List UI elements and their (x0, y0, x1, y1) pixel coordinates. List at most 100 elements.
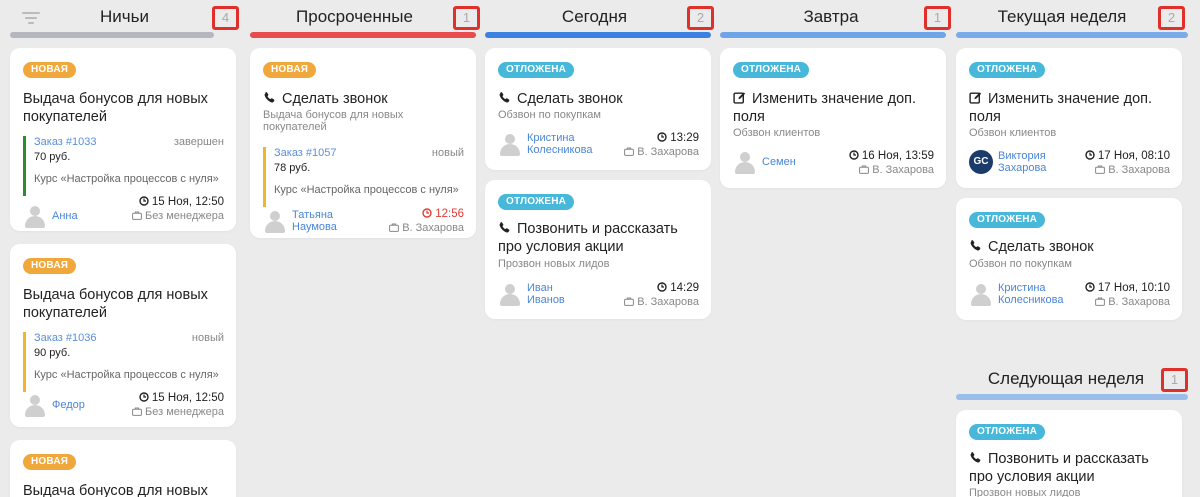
briefcase-icon (132, 407, 142, 416)
assignee[interactable]: GC Виктория Захарова (969, 150, 1058, 174)
column-title: Завтра (803, 7, 859, 26)
clock-icon (422, 208, 432, 218)
avatar: GC (969, 150, 993, 174)
assignee-name[interactable]: Кристина Колесникова (527, 132, 602, 156)
task-meta: 15 Ноя, 12:50 Без менеджера (132, 391, 224, 419)
assignee[interactable]: Кристина Колесникова (498, 132, 602, 156)
due-time: 17 Ноя, 08:10 (1085, 149, 1170, 163)
order-link[interactable]: Заказ #1036 (34, 332, 97, 344)
task-title[interactable]: Выдача бонусов для новых (23, 482, 223, 497)
assignee-name[interactable]: Федор (52, 399, 132, 411)
column-title: Ничьи (100, 7, 149, 26)
assignee-name[interactable]: Виктория Захарова (998, 150, 1058, 174)
column-count: 4 (212, 6, 239, 30)
status-badge: ОТЛОЖЕНА (969, 424, 1046, 440)
order-sum: 78 руб. (274, 162, 311, 174)
task-title[interactable]: Сделать звонок (263, 90, 463, 108)
task-subtitle: Обзвон клиентов (733, 127, 821, 139)
task-title[interactable]: Позвонить и рассказать про условия акции (969, 450, 1169, 486)
due-time: 17 Ноя, 10:10 (1085, 281, 1170, 295)
order-block: Заказ #1036 новый 90 руб. Курс «Настройк… (23, 332, 224, 392)
clock-icon (1085, 282, 1095, 292)
column-header: Следующая неделя 1 (956, 362, 1188, 400)
avatar (498, 132, 522, 156)
order-course: Курс «Настройка процессов с нуля» (34, 369, 219, 381)
order-status: завершен (173, 136, 224, 148)
task-meta: 14:29 В. Захарова (624, 281, 699, 309)
clock-icon (1085, 150, 1095, 160)
avatar (969, 282, 993, 306)
assignee-name[interactable]: Татьяна Наумова (292, 209, 352, 233)
column-bar (956, 394, 1188, 400)
task-card[interactable]: ОТЛОЖЕНА Сделать звонок Обзвон по покупк… (956, 198, 1182, 320)
task-card[interactable]: НОВАЯ Выдача бонусов для новых покупател… (10, 244, 236, 427)
task-title[interactable]: Выдача бонусов для новых покупателей (23, 90, 223, 126)
task-meta: 12:56 В. Захарова (389, 207, 464, 235)
column-overdue: Просроченные 1 (250, 0, 480, 38)
status-badge: НОВАЯ (263, 62, 317, 78)
assignee[interactable]: Анна (23, 204, 132, 228)
clock-icon (657, 132, 667, 142)
clock-icon (657, 282, 667, 292)
status-badge: ОТЛОЖЕНА (969, 212, 1046, 228)
order-block: Заказ #1057 новый 78 руб. Курс «Настройк… (263, 147, 464, 207)
edit-icon (733, 92, 746, 104)
status-badge: ОТЛОЖЕНА (969, 62, 1046, 78)
assignee[interactable]: Кристина Колесникова (969, 282, 1073, 306)
avatar (23, 204, 47, 228)
manager: В. Захарова (849, 163, 934, 177)
task-card[interactable]: НОВАЯ Выдача бонусов для новых (10, 440, 236, 497)
assignee[interactable]: Федор (23, 393, 132, 417)
task-title[interactable]: Выдача бонусов для новых покупателей (23, 286, 223, 322)
assignee[interactable]: Семен (733, 150, 812, 174)
column-unassigned: Ничьи 4 (10, 0, 239, 38)
task-meta: 13:29 В. Захарова (624, 131, 699, 159)
assignee-name[interactable]: Кристина Колесникова (998, 282, 1073, 306)
column-title: Сегодня (561, 7, 628, 26)
assignee-name[interactable]: Семен (762, 156, 812, 168)
clock-icon (849, 150, 859, 160)
column-header: Просроченные 1 (250, 0, 480, 38)
phone-icon (970, 240, 981, 251)
task-card[interactable]: ОТЛОЖЕНА Изменить значение доп. поля Обз… (720, 48, 946, 188)
task-title[interactable]: Сделать звонок (969, 238, 1169, 256)
task-title[interactable]: Изменить значение доп. поля (733, 90, 933, 126)
briefcase-icon (132, 211, 142, 220)
kanban-board: Ничьи 4 НОВАЯ Выдача бонусов для новых п… (0, 0, 1200, 497)
briefcase-icon (624, 297, 635, 306)
task-subtitle: Обзвон клиентов (969, 127, 1057, 139)
column-current-week: Текущая неделя 2 (956, 0, 1188, 38)
order-link[interactable]: Заказ #1057 (274, 147, 337, 159)
column-bar (720, 32, 946, 38)
order-status: новый (191, 332, 224, 344)
manager: В. Захарова (1085, 163, 1170, 177)
clock-icon (139, 196, 149, 206)
task-card[interactable]: ОТЛОЖЕНА Позвонить и рассказать про усло… (485, 180, 711, 319)
order-sum: 70 руб. (34, 151, 71, 163)
assignee[interactable]: Иван Иванов (498, 282, 567, 306)
task-title[interactable]: Позвонить и рассказать про условия акции (498, 220, 698, 256)
column-today: Сегодня 2 (485, 0, 714, 38)
order-link[interactable]: Заказ #1033 (34, 136, 97, 148)
task-meta: 17 Ноя, 08:10 В. Захарова (1085, 149, 1170, 177)
column-title: Текущая неделя (997, 7, 1127, 26)
assignee-name[interactable]: Иван Иванов (527, 282, 567, 306)
avatar (498, 282, 522, 306)
task-subtitle: Выдача бонусов для новых покупателей (263, 109, 404, 133)
phone-icon (499, 222, 510, 233)
task-title[interactable]: Сделать звонок (498, 90, 698, 108)
column-bar (10, 32, 214, 38)
task-title[interactable]: Изменить значение доп. поля (969, 90, 1169, 126)
assignee-name[interactable]: Анна (52, 210, 132, 222)
manager: Без менеджера (132, 209, 224, 223)
task-card[interactable]: НОВАЯ Выдача бонусов для новых покупател… (10, 48, 236, 231)
task-card[interactable]: ОТЛОЖЕНА Сделать звонок Обзвон по покупк… (485, 48, 711, 170)
assignee[interactable]: Татьяна Наумова (263, 209, 352, 233)
column-header: Ничьи 4 (10, 0, 239, 38)
phone-icon (264, 92, 275, 103)
task-card[interactable]: ОТЛОЖЕНА Позвонить и рассказать про усло… (956, 410, 1182, 497)
order-course: Курс «Настройка процессов с нуля» (274, 184, 459, 196)
task-card[interactable]: НОВАЯ Сделать звонок Выдача бонусов для … (250, 48, 476, 238)
task-card[interactable]: ОТЛОЖЕНА Изменить значение доп. поля Обз… (956, 48, 1182, 188)
briefcase-icon (1095, 165, 1106, 174)
